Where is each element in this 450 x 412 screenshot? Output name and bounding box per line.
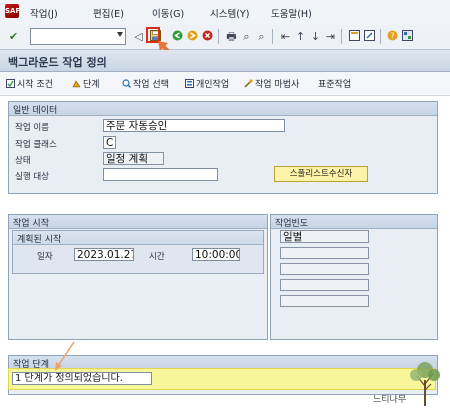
job-steps-status-field: 1 단계가 정의되었습니다. [12,372,152,385]
job-wizard-label: 작업 마법사 [255,80,300,90]
steps-label: 단계 [83,80,100,90]
own-jobs-icon [185,79,194,88]
menu-goto[interactable]: 이동(G) [152,6,184,20]
spool-recipient-button[interactable]: 스풀리스트수신자 [274,166,368,182]
start-date-label: 일자 [37,252,53,262]
toolbar-separator [218,29,219,44]
next-page-icon[interactable]: ↓ [309,30,322,43]
job-wizard-icon [244,79,253,88]
frequency-detail-field [280,295,369,307]
frequency-detail-field [280,279,369,291]
screen-title-bar: 백그라운드 작업 정의 [0,50,450,72]
frequency-detail-field [280,247,369,259]
steps-button[interactable]: 단계 [72,77,100,90]
find-next-icon[interactable]: ⌕ [255,30,268,43]
find-icon[interactable]: ⌕ [240,30,253,43]
job-name-label: 작업 이름 [15,123,49,133]
group-title-general-data: 일반 데이터 [13,106,58,116]
steps-icon [72,79,81,88]
group-title-job-start: 작업 시작 [13,219,49,229]
first-page-icon[interactable]: ⇤ [279,30,292,43]
frequency-detail-field [280,263,369,275]
group-title-job-frequency: 작업빈도 [275,219,309,229]
watermark-text: 느티나무 [373,395,407,405]
toolbar-separator [341,29,342,44]
job-class-label: 작업 클래스 [15,140,57,150]
previous-page-icon[interactable]: ↑ [294,30,307,43]
general-data-group: 일반 데이터 [8,101,438,194]
planned-start-header: 계획된 시작 [13,231,263,245]
planned-start-title: 계획된 시작 [17,235,62,245]
annotation-arrow-steps [55,341,75,371]
new-session-icon[interactable] [348,30,361,43]
start-condition-button[interactable]: 시작 조건 [6,77,53,90]
watermark-logo: 느티나무 [373,356,441,408]
job-selection-button[interactable]: 작업 선택 [122,77,169,90]
own-jobs-label: 개인작업 [196,80,230,90]
cancel-icon[interactable] [201,30,214,43]
start-time-label: 시간 [149,252,165,262]
page-title: 백그라운드 작업 정의 [8,56,107,69]
target-server-field[interactable] [103,168,218,181]
menu-bar: SAP 작업(J) 편집(E) 이동(G) 시스템(Y) 도움말(H) [0,0,450,26]
toolbar-separator [380,29,381,44]
group-header: 작업빈도 [271,215,437,229]
layout-menu-icon[interactable] [401,30,414,43]
group-header: 일반 데이터 [9,102,437,116]
print-icon[interactable]: 🖶 [225,30,238,43]
standard-toolbar: ✔ ◁ 🖶 ⌕ ⌕ ⇤ ↑ ↓ ⇥ ? [0,25,450,50]
menu-system[interactable]: 시스템(Y) [210,6,249,20]
start-condition-label: 시작 조건 [17,80,53,90]
menu-edit[interactable]: 편집(E) [93,6,124,20]
command-field[interactable] [30,28,126,45]
chevron-down-icon[interactable] [117,32,123,37]
svg-text:?: ? [390,32,394,41]
back-arrow-icon[interactable]: ◁ [132,30,145,43]
last-page-icon[interactable]: ⇥ [324,30,337,43]
job-selection-label: 작업 선택 [133,80,169,90]
target-server-label: 실행 대상 [15,172,49,182]
job-wizard-button[interactable]: 작업 마법사 [244,77,299,90]
start-date-field[interactable]: 2023.01.27 [74,248,134,261]
shortcut-icon[interactable] [363,30,376,43]
job-class-field[interactable]: C [103,136,116,149]
menu-help[interactable]: 도움말(H) [271,6,312,20]
help-icon[interactable]: ? [386,30,399,43]
enter-check-icon[interactable]: ✔ [7,30,20,43]
exit-icon[interactable] [186,30,199,43]
sap-app-icon[interactable]: SAP [5,4,21,18]
status-label: 상태 [15,156,31,166]
menu-job[interactable]: 작업(J) [30,6,58,20]
start-condition-icon [6,79,15,88]
application-toolbar: 시작 조건 단계 작업 선택 개인작업 작업 마법사 표준작업 [0,72,450,96]
start-time-field[interactable]: 10:00:00 [192,248,240,261]
status-field: 일정 계획 [103,152,164,165]
standard-jobs-button[interactable]: 표준작업 [318,77,351,90]
job-selection-icon [122,79,131,88]
own-jobs-button[interactable]: 개인작업 [185,77,229,90]
toolbar-separator [272,29,273,44]
group-header: 작업 시작 [9,215,267,229]
frequency-field: 일별 [280,230,369,243]
job-name-field[interactable]: 주문 자동승인 [103,119,285,132]
